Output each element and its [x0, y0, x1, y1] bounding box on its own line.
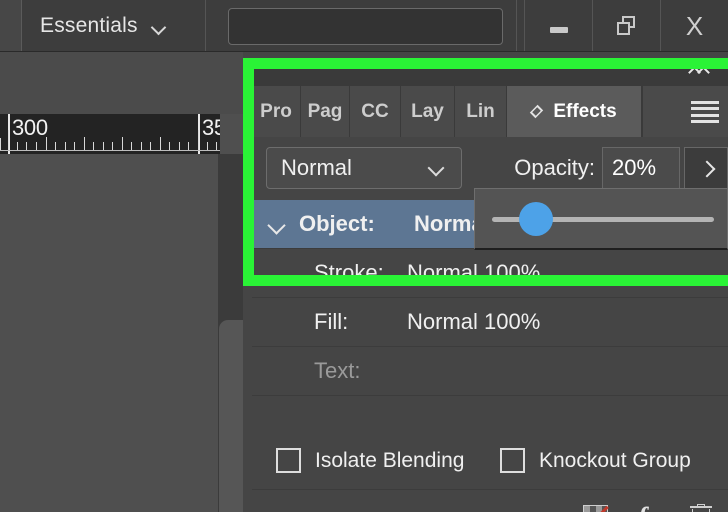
opacity-slider-thumb[interactable] [519, 202, 554, 236]
checkbox-label: Knockout Group [539, 448, 691, 472]
restore-icon [616, 15, 637, 36]
app-window: Essentials X 300 35 [0, 0, 728, 512]
tab-label: Pag [307, 100, 343, 122]
highlight-left-edge [243, 58, 254, 286]
isolate-blending-checkbox[interactable]: Isolate Blending [276, 448, 464, 473]
fx-menu-button[interactable]: fx [632, 500, 666, 512]
clear-effects-icon [582, 504, 608, 512]
titlebar-divider-2 [516, 0, 517, 51]
row-value: Normal 100% [407, 260, 541, 285]
opacity-value: 20% [612, 155, 657, 180]
close-button[interactable]: X [660, 0, 728, 51]
tab-label: CC [361, 100, 389, 122]
row-label: Fill: [314, 309, 349, 334]
diamond-icon [530, 104, 544, 119]
chevron-down-icon[interactable] [152, 22, 167, 31]
tab-label: Lin [466, 100, 495, 122]
fx-icon: fx [638, 503, 661, 512]
opacity-input[interactable]: 20% [602, 147, 680, 189]
collapsed-panel-tab[interactable] [219, 320, 243, 512]
blend-mode-value: Normal [281, 155, 352, 180]
tab-links[interactable]: Lin [455, 86, 507, 137]
delete-effect-button[interactable] [684, 500, 718, 512]
tab-pages[interactable]: Pag [301, 86, 350, 137]
canvas-top-gap [0, 52, 243, 114]
row-label: Text: [314, 358, 361, 383]
clear-effects-button[interactable] [578, 500, 612, 512]
title-bar: Essentials X [0, 0, 728, 52]
tab-layers[interactable]: Lay [401, 86, 455, 137]
search-input[interactable] [228, 8, 503, 45]
restore-button[interactable] [592, 0, 660, 51]
chevron-down-icon [429, 162, 445, 172]
row-text[interactable]: Text: [252, 347, 728, 396]
row-label: Stroke: [314, 260, 384, 285]
tab-label: Effects [553, 100, 617, 122]
checkbox-box [500, 448, 525, 473]
knockout-group-checkbox[interactable]: Knockout Group [500, 448, 691, 473]
opacity-slider-toggle-button[interactable] [684, 147, 728, 189]
row-stroke[interactable]: Stroke: Normal 100% [252, 249, 728, 298]
canvas-body[interactable] [0, 154, 218, 512]
horizontal-ruler[interactable]: 300 35 [0, 114, 220, 154]
tab-label: Pro [260, 100, 292, 122]
panel-footer-toolbar: fx [252, 490, 728, 512]
window-controls: X [524, 0, 728, 51]
opacity-slider-popup[interactable] [474, 188, 728, 250]
tab-effects[interactable]: Effects [507, 86, 642, 137]
minimize-icon [549, 26, 568, 33]
tab-cc-libraries[interactable]: CC [350, 86, 401, 137]
document-canvas-area: 300 35 [0, 52, 243, 512]
trash-icon [690, 504, 712, 512]
workspace-label: Essentials [40, 14, 138, 37]
blend-mode-dropdown[interactable]: Normal [266, 147, 462, 189]
minimize-button[interactable] [524, 0, 592, 51]
tab-label: Lay [411, 100, 444, 122]
blending-options-row: Isolate Blending Knockout Group [252, 434, 728, 490]
hamburger-menu-icon[interactable] [691, 101, 719, 123]
ruler-label-300: 300 [12, 115, 48, 140]
effects-panel: Pro Pag CC Lay Lin Effects Normal Opacit… [243, 52, 728, 512]
opacity-label: Opacity: [514, 155, 595, 180]
ruler-label-350: 35 [202, 115, 220, 140]
checkbox-box [276, 448, 301, 473]
titlebar-left-stub [0, 0, 22, 51]
titlebar-divider-1 [205, 0, 206, 51]
row-value: Normal 100% [407, 309, 541, 334]
panel-tab-bar: Pro Pag CC Lay Lin Effects [252, 86, 728, 137]
checkbox-label: Isolate Blending [315, 448, 465, 472]
chevron-right-icon [699, 160, 713, 176]
tab-properties[interactable]: Pro [252, 86, 301, 137]
row-fill[interactable]: Fill: Normal 100% [252, 298, 728, 347]
workspace-switcher-button[interactable]: Essentials [40, 8, 167, 44]
panel-title-bar [252, 64, 728, 86]
row-label: Object: [299, 211, 375, 236]
chevron-down-icon[interactable] [268, 219, 286, 230]
close-icon: X [685, 10, 704, 41]
double-chevron-up-icon[interactable] [688, 65, 714, 79]
ruler-baseline [0, 150, 220, 151]
